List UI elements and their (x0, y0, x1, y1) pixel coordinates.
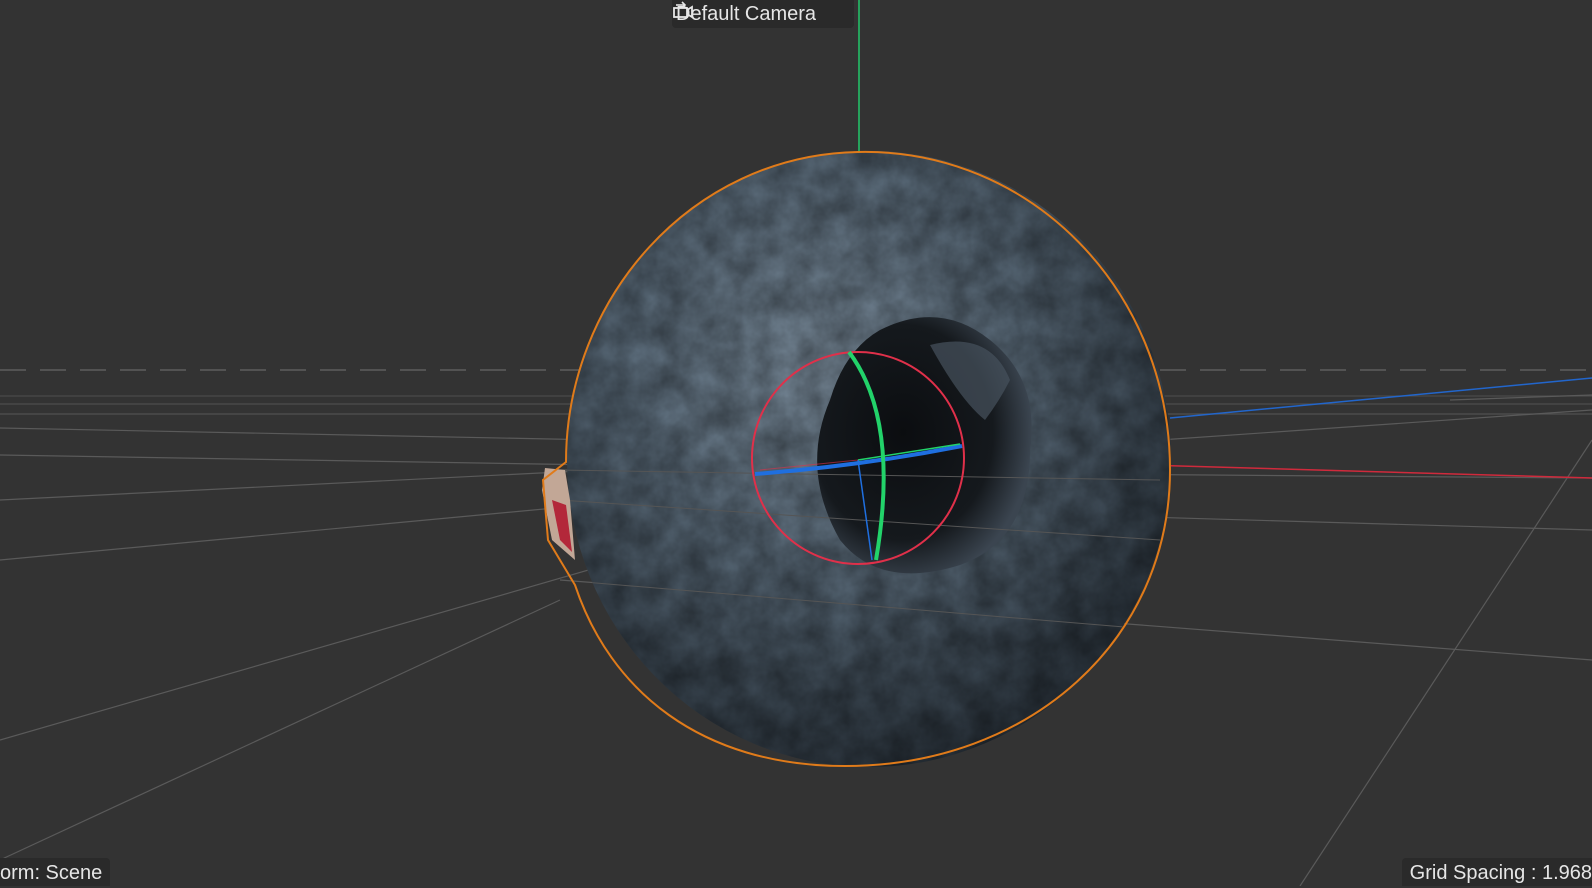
world-axis-z (1169, 377, 1592, 419)
transform-space-label[interactable]: orm: Scene (0, 858, 111, 886)
camera-switch-icon[interactable] (673, 1, 846, 24)
camera-selector[interactable]: Default Camera (672, 0, 855, 28)
3d-viewport[interactable]: Default Camera orm: Scene Grid Spacing :… (0, 0, 1592, 886)
grid-spacing-label: Grid Spacing : 1.968 (1401, 858, 1592, 886)
scene-canvas[interactable] (0, 0, 1592, 886)
camera-label: Default Camera (676, 3, 817, 25)
